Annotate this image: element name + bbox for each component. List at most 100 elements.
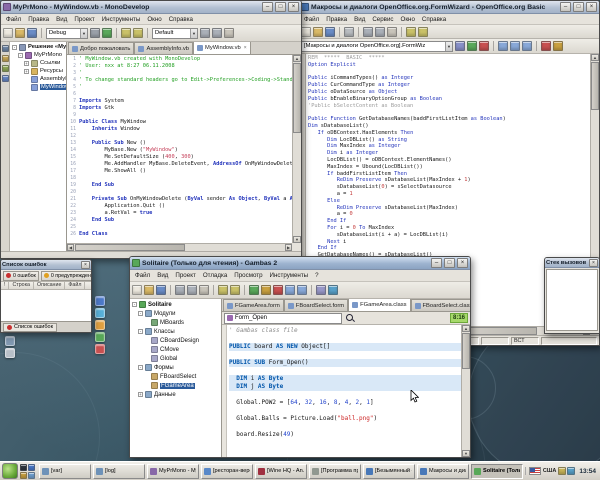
undo-icon[interactable] xyxy=(218,285,228,295)
title-bar[interactable]: Стек вызовов × xyxy=(545,258,599,268)
scroll-down-icon[interactable]: ▼ xyxy=(462,450,470,457)
tree-item[interactable]: -Решение «MyPrMono» xyxy=(10,43,66,51)
title-bar[interactable]: Solitaire (Только для чтения) - Gambas 2… xyxy=(130,257,470,270)
title-bar[interactable]: Макросы и диалоги OpenOffice.org.FormWiz… xyxy=(299,1,599,14)
close-button[interactable]: × xyxy=(589,259,598,267)
print-icon[interactable] xyxy=(344,27,354,37)
tree-item[interactable]: AssemblyInfo.vb xyxy=(10,75,66,83)
close-button[interactable]: × xyxy=(457,258,468,268)
taskbar-task-button[interactable]: [log] xyxy=(93,464,145,479)
tree-item[interactable]: -Формы xyxy=(130,363,221,372)
error-filter-button[interactable]: 0 предупреждений xyxy=(41,271,91,281)
files-pad-icon[interactable] xyxy=(2,55,9,62)
tab[interactable]: FBoardSelect.form xyxy=(284,299,348,311)
tree-expander-icon[interactable]: + xyxy=(24,69,29,74)
tree-expander-icon[interactable]: + xyxy=(138,392,143,397)
tree-item[interactable]: -MyPrMono xyxy=(10,51,66,59)
classes-pad-icon[interactable] xyxy=(2,65,9,72)
tree-expander-icon[interactable]: - xyxy=(18,53,23,58)
cut-icon[interactable] xyxy=(175,285,185,295)
tab-close-icon[interactable]: × xyxy=(244,45,247,51)
status-insert-mode[interactable]: ВСТ xyxy=(511,337,539,345)
breakpoint-icon[interactable] xyxy=(541,41,551,51)
scroll-right-icon[interactable]: ▶ xyxy=(285,244,292,251)
title-bar[interactable]: MyPrMono - MyWindow.vb - MonoDevelop – □… xyxy=(1,1,301,14)
search-icon[interactable] xyxy=(345,313,355,323)
scrollbar-thumb[interactable] xyxy=(591,62,599,110)
tree-expander-icon[interactable]: - xyxy=(138,311,143,316)
properties-icon[interactable] xyxy=(316,285,326,295)
new-project-icon[interactable] xyxy=(132,285,142,295)
menu-item[interactable]: Файл xyxy=(132,272,153,279)
desktop-icon[interactable] xyxy=(95,308,105,318)
build-icon[interactable] xyxy=(90,28,100,38)
taskbar-task-button[interactable]: MyPrMono - My... xyxy=(147,464,199,479)
menu-item[interactable]: Вид xyxy=(154,272,171,279)
tab[interactable]: FGameArea.form xyxy=(223,299,284,311)
tree-item[interactable]: -Модули xyxy=(130,309,221,318)
code-editor[interactable]: ' Gambas class file PUBLIC board AS NEW … xyxy=(227,325,461,457)
open-project-icon[interactable] xyxy=(144,285,154,295)
menu-item[interactable]: Просмотр xyxy=(231,272,265,279)
copy-icon[interactable] xyxy=(212,28,222,38)
menu-item[interactable]: ? xyxy=(312,272,321,279)
start-menu-button[interactable] xyxy=(2,463,18,479)
redo-icon[interactable] xyxy=(133,28,143,38)
taskbar-task-button[interactable]: [Программа пр... xyxy=(309,464,361,479)
menu-item[interactable]: Правка xyxy=(25,16,52,23)
paste-icon[interactable] xyxy=(199,285,209,295)
title-bar[interactable]: Список ошибок × xyxy=(1,260,91,270)
tree-item[interactable]: CBoardDesign xyxy=(130,336,221,345)
procedure-combobox[interactable]: Form_Open xyxy=(224,313,342,324)
help-pad-icon[interactable] xyxy=(2,75,9,82)
minimize-button[interactable]: – xyxy=(560,2,571,12)
error-list-pad-tab[interactable]: Список ошибок xyxy=(3,323,57,332)
column-header[interactable]: Строка xyxy=(9,282,34,289)
minimize-button[interactable]: – xyxy=(262,2,273,12)
tree-item[interactable]: -Классы xyxy=(130,327,221,336)
scrollbar-thumb[interactable] xyxy=(293,63,301,133)
save-icon[interactable] xyxy=(325,27,335,37)
scroll-down-icon[interactable]: ▼ xyxy=(293,236,301,243)
horizontal-scrollbar[interactable]: ◀ ▶ xyxy=(67,243,292,251)
copy-icon[interactable] xyxy=(187,285,197,295)
save-project-icon[interactable] xyxy=(156,285,166,295)
menu-item[interactable]: Окно xyxy=(398,16,418,23)
debug-configuration-combobox[interactable]: Debug ▼ xyxy=(46,28,88,39)
open-file-icon[interactable] xyxy=(15,28,25,38)
step-over-icon[interactable] xyxy=(498,41,508,51)
solution-tree[interactable]: -Решение «MyPrMono»-MyPrMono+Ссылки+Ресу… xyxy=(10,42,67,251)
help-icon[interactable] xyxy=(328,285,338,295)
tree-item[interactable]: +Данные xyxy=(130,390,221,399)
volume-icon[interactable] xyxy=(567,467,575,475)
close-button[interactable]: × xyxy=(81,261,90,269)
taskbar-task-button[interactable]: [Безымянный -... xyxy=(363,464,415,479)
open-icon[interactable] xyxy=(313,27,323,37)
menu-item[interactable]: Справка xyxy=(166,16,196,23)
menu-item[interactable]: Инструменты xyxy=(267,272,312,279)
desktop-icon[interactable] xyxy=(95,332,105,342)
menu-item[interactable]: Сервис xyxy=(369,16,396,23)
error-table-body[interactable] xyxy=(1,290,91,321)
scroll-up-icon[interactable]: ▲ xyxy=(293,55,301,62)
chevron-down-icon[interactable]: ▼ xyxy=(445,42,452,51)
solution-pad-icon[interactable] xyxy=(2,45,9,52)
menu-item[interactable]: Вид xyxy=(53,16,70,23)
desktop-icon[interactable] xyxy=(95,296,105,306)
project-tree[interactable]: -Solitaire-МодулиMBoards-КлассыCBoardDes… xyxy=(130,299,222,457)
vertical-scrollbar[interactable]: ▲ ▼ xyxy=(292,55,301,243)
menu-item[interactable]: Проект xyxy=(71,16,97,23)
taskbar-task-button[interactable]: Макросы и диал... xyxy=(417,464,469,479)
undo-icon[interactable] xyxy=(121,28,131,38)
taskbar-task-button[interactable]: [ресторан-верс... xyxy=(201,464,253,479)
cut-icon[interactable] xyxy=(200,28,210,38)
new-document-icon[interactable] xyxy=(301,27,311,37)
taskbar-task-button[interactable]: [Wine HQ - An... xyxy=(255,464,307,479)
desktop-icon[interactable] xyxy=(5,348,15,358)
paste-icon[interactable] xyxy=(224,28,234,38)
scroll-up-icon[interactable]: ▲ xyxy=(462,325,470,332)
tree-item[interactable]: +Ресурсы xyxy=(10,67,66,75)
tab[interactable]: AssemblyInfo.vb xyxy=(134,42,193,54)
stop-icon[interactable] xyxy=(479,41,489,51)
run-icon[interactable] xyxy=(467,41,477,51)
